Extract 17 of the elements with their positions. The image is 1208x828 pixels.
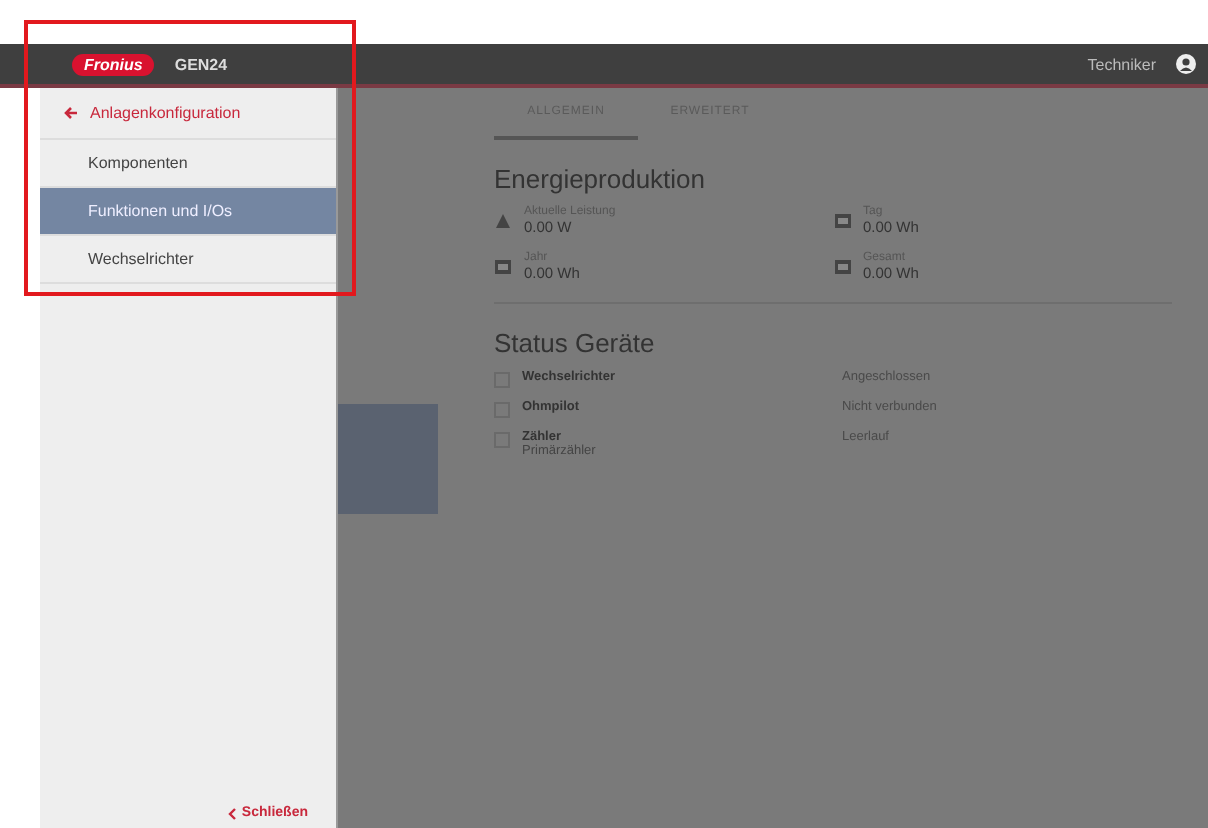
section-title: Status Geräte (494, 328, 657, 358)
house-icon (494, 212, 512, 230)
meter-icon (833, 212, 851, 230)
sidebar-item[interactable]: Wechselrichter (40, 236, 336, 284)
user-name[interactable]: Techniker (1087, 55, 1156, 73)
sidebar-item[interactable]: Funktionen und I/Os (40, 188, 336, 236)
user-icon[interactable] (1176, 54, 1196, 74)
section-title: Energieproduktion (494, 164, 708, 194)
chevron-icon (227, 807, 236, 819)
card (338, 404, 438, 514)
meter-icon (833, 258, 851, 276)
back-arrow-icon (64, 106, 78, 120)
back-link[interactable]: Anlagenkonfiguration (40, 88, 336, 140)
meter-icon (494, 258, 512, 276)
logo: Fronius (72, 53, 155, 75)
device-name: GEN24 (174, 55, 228, 73)
back-label: Anlagenkonfiguration (90, 104, 241, 122)
